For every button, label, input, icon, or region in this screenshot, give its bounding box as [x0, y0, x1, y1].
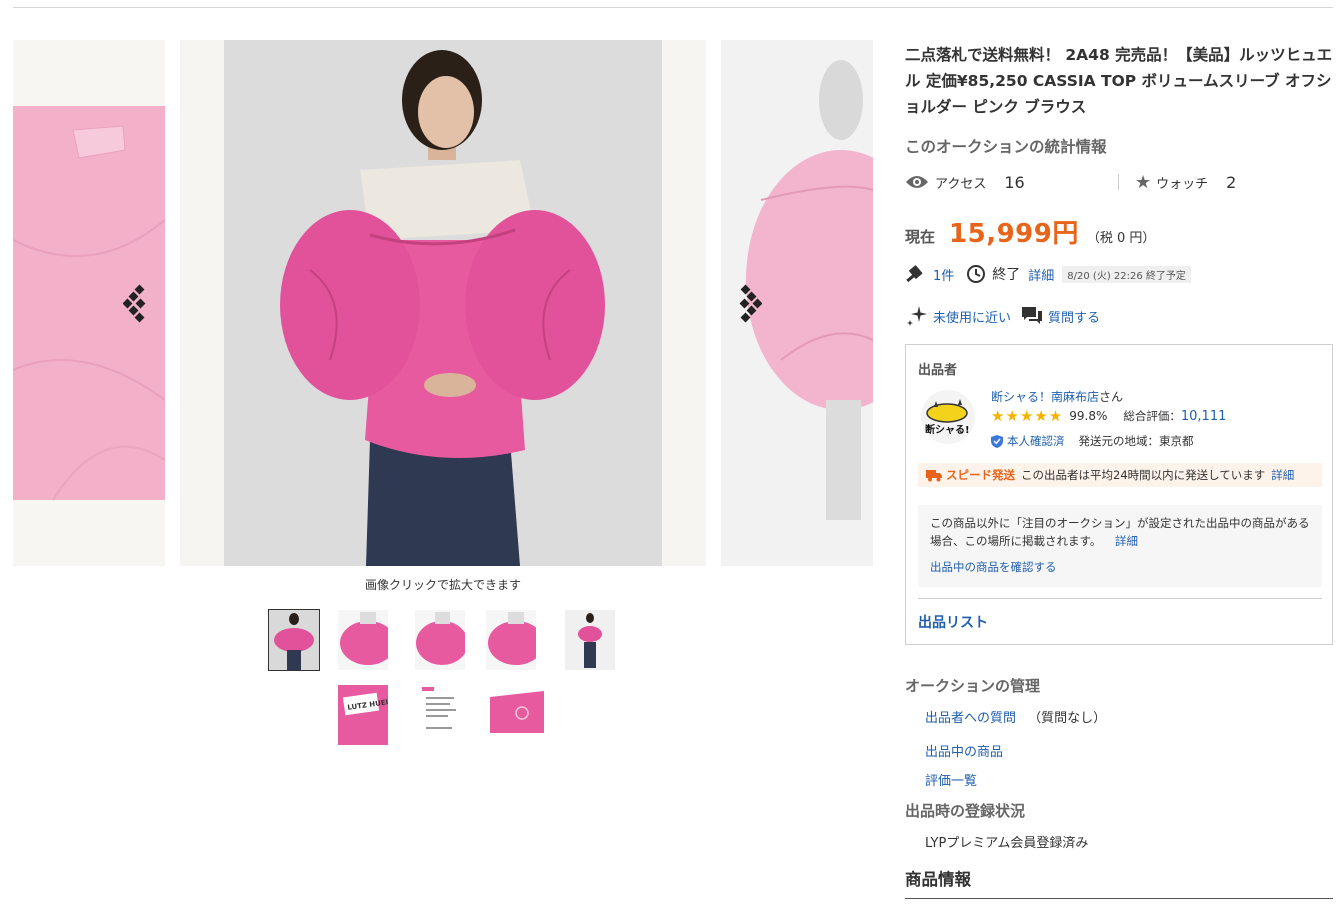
- verified-shield-icon: [991, 434, 1003, 448]
- watch-stat: ★ ウォッチ 2: [1135, 170, 1236, 194]
- product-info-heading: 商品情報: [905, 870, 971, 889]
- listing-list-link[interactable]: 出品リスト: [918, 612, 988, 632]
- current-price: 15,999円: [949, 219, 1079, 249]
- stats-heading: このオークションの統計情報: [905, 138, 1107, 156]
- stats-row: アクセス 16 ★ ウォッチ 2: [905, 170, 1335, 194]
- rating-row: ★★★★★ 99.8% 総合評価： 10,111: [991, 407, 1226, 425]
- check-listings-link[interactable]: 出品中の商品を確認する: [930, 560, 1057, 574]
- speed-label: スピード発送: [946, 468, 1015, 482]
- rating-total-label: 総合評価：: [1123, 409, 1181, 423]
- question-note: （質問なし）: [1028, 711, 1107, 726]
- question-row: 出品者への質問 （質問なし）: [925, 707, 1106, 726]
- eye-icon: [906, 176, 928, 188]
- thumbnail-8[interactable]: [488, 685, 546, 737]
- seller-name-line: 断シャる！南麻布店さん: [991, 388, 1123, 405]
- registration-heading: 出品時の登録状況: [905, 802, 1026, 820]
- end-time: 終了 詳細 8/20 (火) 22:26 終了予定: [966, 264, 1191, 284]
- rating-percent: 99.8%: [1069, 409, 1108, 423]
- gavel-icon: [906, 265, 923, 283]
- main-product-image[interactable]: [180, 40, 706, 566]
- verified-link[interactable]: 本人確認済: [1007, 433, 1065, 449]
- condition-row: 未使用に近い 質問する: [905, 304, 1100, 328]
- thumbnail-1[interactable]: [268, 609, 320, 671]
- thumbnail-7[interactable]: [418, 685, 463, 745]
- end-label: 終了: [992, 267, 1021, 283]
- bid-count[interactable]: 1件: [905, 265, 954, 284]
- truck-icon: [926, 470, 942, 482]
- ask-question-link[interactable]: 質問する: [1048, 307, 1100, 326]
- listed-items-link[interactable]: 出品中の商品: [925, 741, 1003, 760]
- end-time-badge: 8/20 (火) 22:26 終了予定: [1062, 265, 1191, 283]
- thumbnail-5[interactable]: [565, 610, 615, 670]
- clock-icon: [967, 265, 986, 283]
- thumbnail-4[interactable]: [486, 610, 536, 670]
- watch-count: 2: [1226, 172, 1237, 192]
- ship-from: 発送元の地域：東京都: [1078, 434, 1194, 448]
- stat-divider: [1118, 174, 1119, 190]
- item-title: 二点落札で送料無料！ 2A48 完売品！【美品】ルッツヒュエル 定価¥85,25…: [905, 46, 1333, 116]
- seller-name-link[interactable]: 断シャる！南麻布店: [991, 390, 1099, 404]
- access-count: 16: [1004, 172, 1025, 192]
- access-label: アクセス: [935, 176, 987, 192]
- condition[interactable]: 未使用に近い: [905, 304, 1011, 328]
- seller-question-link[interactable]: 出品者への質問: [925, 711, 1016, 726]
- speed-text: この出品者は平均24時間以内に発送しています: [1021, 468, 1266, 482]
- price-label: 現在: [905, 228, 936, 246]
- prev-arrow-icon[interactable]: [123, 284, 151, 324]
- verify-row: 本人確認済 発送元の地域：東京都: [991, 433, 1194, 449]
- seller-divider: [918, 598, 1322, 599]
- notice-detail-link[interactable]: 詳細: [1115, 534, 1138, 548]
- product-info-divider: [905, 898, 1333, 899]
- access-stat: アクセス 16: [905, 170, 1025, 194]
- zoom-hint: 画像クリックで拡大できます: [364, 578, 521, 592]
- ratings-list-link[interactable]: 評価一覧: [925, 770, 977, 789]
- avatar-text: 断シャる!: [925, 423, 970, 436]
- management-heading: オークションの管理: [905, 677, 1041, 695]
- seller-suffix: さん: [1099, 390, 1124, 404]
- thumbnail-3[interactable]: [415, 610, 465, 670]
- end-detail-link[interactable]: 詳細: [1028, 265, 1054, 284]
- next-arrow-icon[interactable]: [734, 284, 762, 324]
- ask-question[interactable]: 質問する: [1021, 306, 1100, 326]
- tax-info: （税 0 円）: [1086, 231, 1156, 246]
- price-row: 現在 15,999円 （税 0 円）: [905, 213, 1155, 250]
- top-divider: [13, 7, 1333, 8]
- featured-notice: この商品以外に「注目のオークション」が設定された出品中の商品がある場合、この場所…: [918, 505, 1322, 587]
- speed-shipping-banner: スピード発送 この出品者は平均24時間以内に発送しています 詳細: [918, 463, 1322, 487]
- rating-total-link[interactable]: 10,111: [1181, 409, 1227, 424]
- speed-detail-link[interactable]: 詳細: [1271, 467, 1294, 483]
- bid-count-link[interactable]: 1件: [933, 265, 954, 284]
- thumbnail-6[interactable]: LUTZ HUELLE: [338, 685, 388, 745]
- thumbnail-2[interactable]: [338, 610, 388, 670]
- seller-heading: 出品者: [918, 363, 958, 378]
- condition-link[interactable]: 未使用に近い: [933, 307, 1011, 326]
- watch-label: ウォッチ: [1156, 176, 1209, 192]
- chat-icon: [1022, 307, 1043, 324]
- rating-stars-icon: ★★★★★: [991, 407, 1064, 425]
- seller-box: 出品者 断シャる! 断シャる！南麻布店さん ★★★★★ 99.8% 総合評価： …: [905, 344, 1333, 645]
- sparkle-icon: [907, 306, 927, 326]
- bid-end-row: 1件 終了 詳細 8/20 (火) 22:26 終了予定: [905, 264, 1191, 284]
- registration-status: LYPプレミアム会員登録済み: [925, 836, 1089, 851]
- seller-avatar[interactable]: 断シャる!: [920, 387, 976, 447]
- star-icon: ★: [1135, 171, 1152, 193]
